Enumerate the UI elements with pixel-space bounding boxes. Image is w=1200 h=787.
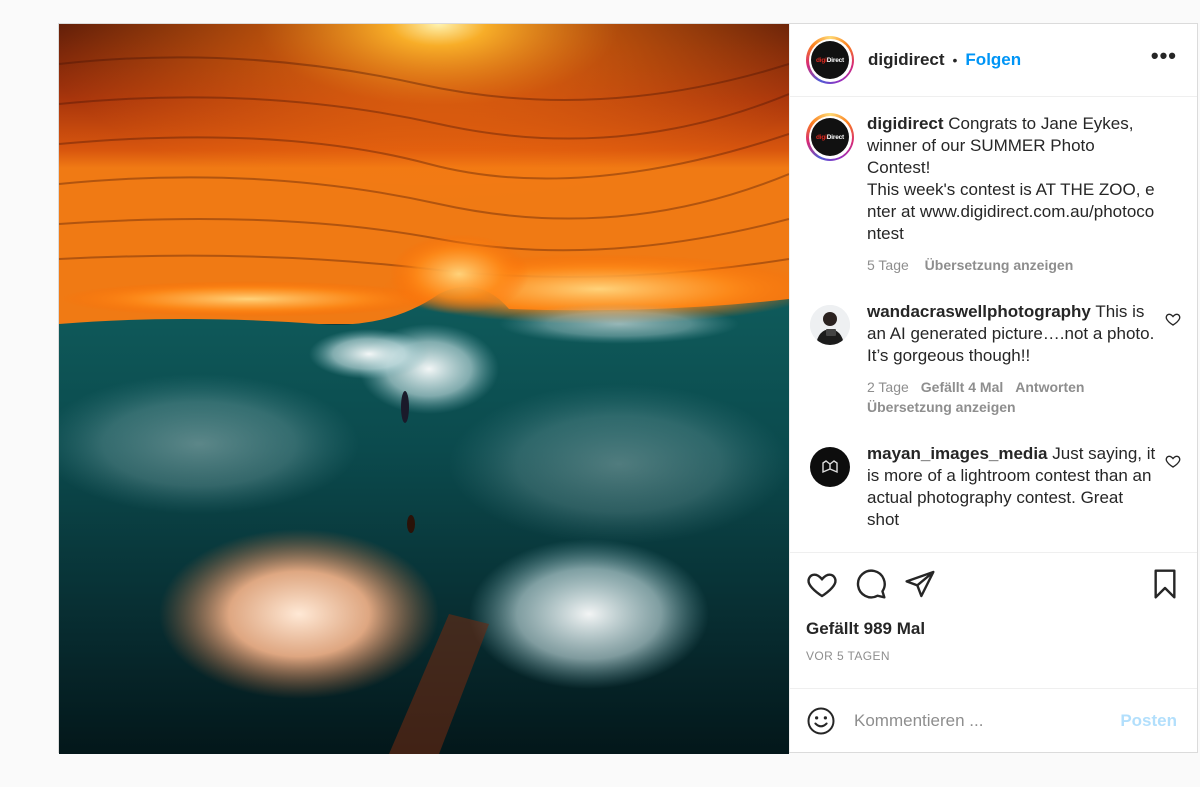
commenter-avatar[interactable] — [810, 447, 850, 487]
likes-count[interactable]: Gefällt 989 Mal — [806, 619, 1181, 639]
comment-item: mayan_images_media Just saying, it is mo… — [806, 443, 1181, 531]
post-header: digi Direct digidirect • Folgen ••• — [790, 24, 1197, 97]
caption: digi Direct digidirect Congrats to Jane E… — [806, 113, 1181, 275]
caption-time: 5 Tage — [867, 257, 909, 273]
add-comment-bar: Posten — [790, 688, 1197, 752]
digidirect-logo: digi Direct — [811, 41, 849, 79]
separator-dot: • — [952, 52, 958, 68]
comment-time: 2 Tage — [867, 379, 909, 395]
caption-avatar[interactable]: digi Direct — [806, 113, 854, 161]
like-comment-heart-icon[interactable] — [1165, 311, 1181, 327]
post-container: digi Direct digidirect • Folgen ••• digi D… — [58, 23, 1198, 754]
caption-username[interactable]: digidirect — [867, 114, 944, 133]
more-options-icon[interactable]: ••• — [1151, 45, 1177, 75]
translate-button[interactable]: Übersetzung anzeigen — [925, 257, 1074, 273]
like-heart-icon[interactable] — [806, 568, 838, 600]
reply-button[interactable]: Antworten — [1015, 379, 1084, 395]
follow-button[interactable]: Folgen — [965, 50, 1021, 70]
author-username[interactable]: digidirect — [868, 50, 945, 70]
emoji-icon[interactable] — [806, 706, 836, 736]
author-avatar[interactable]: digi Direct — [806, 36, 854, 84]
comment-username[interactable]: mayan_images_media — [867, 444, 1048, 463]
like-comment-heart-icon[interactable] — [1165, 453, 1181, 469]
post-date: VOR 5 TAGEN — [806, 649, 890, 663]
share-send-icon[interactable] — [904, 568, 936, 600]
post-comment-button[interactable]: Posten — [1120, 711, 1177, 731]
comment-likes[interactable]: Gefällt 4 Mal — [921, 379, 1003, 395]
post-image[interactable] — [59, 24, 789, 754]
comment-input[interactable] — [854, 710, 1121, 731]
bookmark-save-icon[interactable] — [1149, 568, 1181, 600]
comment-item: wandacraswellphotography This is an AI g… — [806, 301, 1181, 417]
post-sidebar: digi Direct digidirect • Folgen ••• digi D… — [789, 24, 1197, 752]
post-actions: Gefällt 989 Mal VOR 5 TAGEN — [790, 552, 1197, 688]
comment-username[interactable]: wandacraswellphotography — [867, 302, 1091, 321]
commenter-avatar[interactable] — [810, 305, 850, 345]
digidirect-logo: digi Direct — [811, 118, 849, 156]
caption-text-line2: This week's contest is AT THE ZOO, enter… — [867, 180, 1155, 243]
translate-button[interactable]: Übersetzung anzeigen — [867, 399, 1016, 415]
comments-list[interactable]: digi Direct digidirect Congrats to Jane E… — [790, 97, 1197, 552]
ai-wave-surf-image — [59, 24, 789, 754]
comment-bubble-icon[interactable] — [855, 568, 887, 600]
